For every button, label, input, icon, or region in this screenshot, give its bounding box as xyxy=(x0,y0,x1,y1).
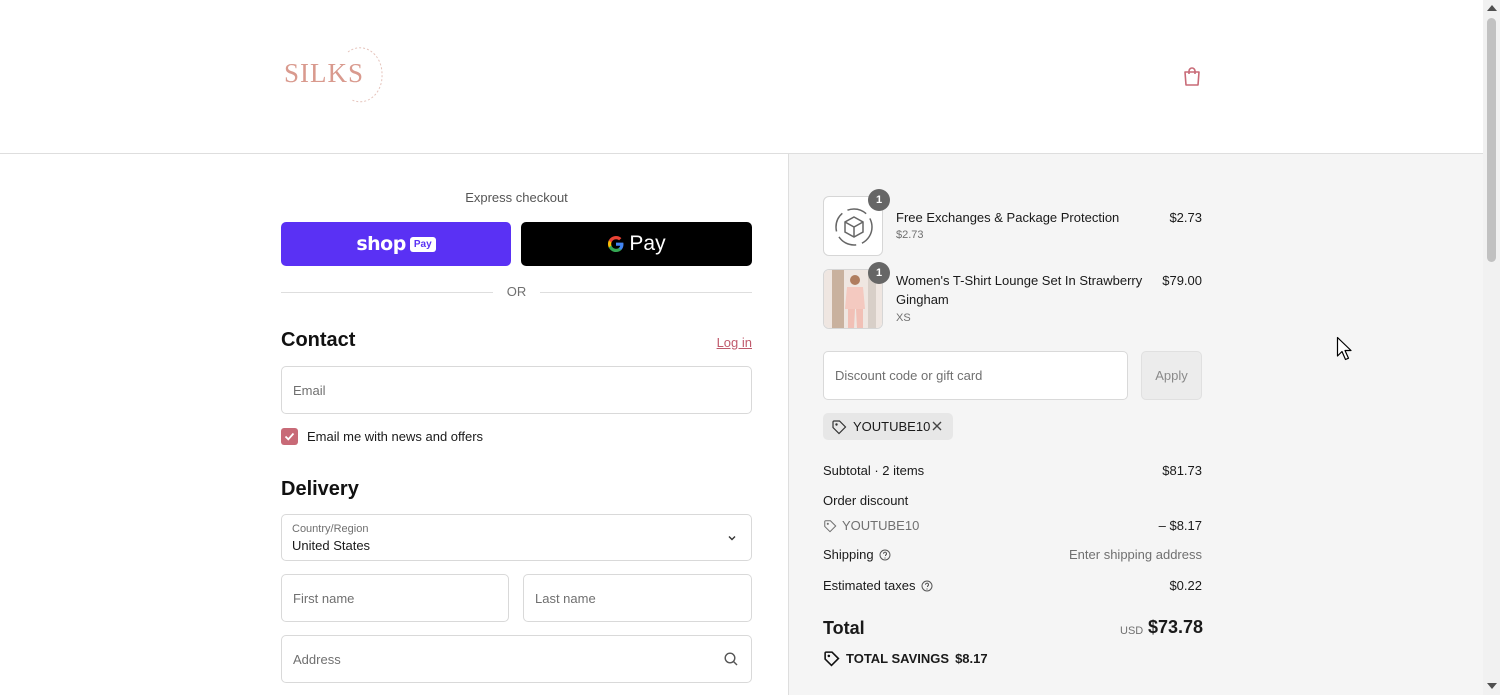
email-field[interactable] xyxy=(281,366,752,414)
country-value: United States xyxy=(292,538,371,553)
shipping-value: Enter shipping address xyxy=(1069,547,1202,562)
quantity-badge: 1 xyxy=(868,262,890,284)
scrollbar-thumb[interactable] xyxy=(1487,18,1496,262)
shop-pay-wordmark: shop xyxy=(356,233,406,255)
help-icon[interactable] xyxy=(879,549,891,561)
shopping-bag-icon[interactable] xyxy=(1180,64,1204,88)
logo-ring-icon xyxy=(347,47,383,103)
first-name-input[interactable] xyxy=(282,575,508,621)
discount-code-row: YOUTUBE10 xyxy=(823,518,919,533)
country-caption: Country/Region xyxy=(292,523,369,535)
shipping-row: Shipping xyxy=(823,547,891,562)
login-link[interactable]: Log in xyxy=(700,335,752,350)
item-price: $79.00 xyxy=(1162,273,1202,288)
search-icon xyxy=(724,652,738,666)
newsletter-checkbox[interactable] xyxy=(281,428,298,445)
last-name-field[interactable] xyxy=(523,574,752,622)
country-select[interactable]: Country/Region United States xyxy=(281,514,752,561)
total-value: $73.78 xyxy=(1148,617,1204,637)
discount-code-input[interactable] xyxy=(824,352,1127,399)
taxes-value: $0.22 xyxy=(1169,578,1202,593)
mouse-cursor-icon xyxy=(1336,336,1352,361)
google-pay-label: Pay xyxy=(629,232,666,255)
taxes-label: Estimated taxes xyxy=(823,578,916,593)
address-input[interactable] xyxy=(282,636,751,682)
site-header: SILKS xyxy=(0,0,1483,154)
help-icon[interactable] xyxy=(921,580,933,592)
remove-code-icon[interactable] xyxy=(930,419,944,433)
applied-code-chip: YOUTUBE10 xyxy=(823,413,953,440)
checkmark-icon xyxy=(284,432,295,441)
or-label: OR xyxy=(506,284,527,299)
savings-tag-icon xyxy=(824,651,840,667)
shop-pay-badge: Pay xyxy=(409,236,436,252)
tag-icon xyxy=(832,419,847,434)
delivery-heading: Delivery xyxy=(281,478,359,500)
total-savings: TOTAL SAVINGS $8.17 xyxy=(823,650,988,667)
subtotal-value: $81.73 xyxy=(1162,463,1202,478)
apply-discount-button[interactable]: Apply xyxy=(1141,351,1202,400)
brand-logo[interactable]: SILKS xyxy=(282,42,392,106)
newsletter-label: Email me with news and offers xyxy=(307,429,484,444)
subtotal-label: Subtotal · 2 items xyxy=(823,463,925,478)
applied-code-label: YOUTUBE10 xyxy=(853,419,931,434)
email-input[interactable] xyxy=(282,367,751,413)
chevron-down-icon xyxy=(728,536,736,541)
tag-icon xyxy=(824,519,837,532)
order-discount-label: Order discount xyxy=(823,493,909,508)
item-variant: XS xyxy=(896,312,911,324)
scroll-down-arrow-icon[interactable] xyxy=(1487,683,1497,689)
google-g-icon xyxy=(608,236,624,252)
google-pay-button[interactable]: Pay xyxy=(521,222,752,266)
shop-pay-button[interactable]: shop Pay xyxy=(281,222,511,266)
quantity-badge: 1 xyxy=(868,189,890,211)
total-currency: USD xyxy=(1120,625,1144,637)
taxes-row: Estimated taxes xyxy=(823,578,933,593)
last-name-input[interactable] xyxy=(524,575,751,621)
total-label: Total xyxy=(823,618,865,638)
express-checkout-label: Express checkout xyxy=(465,190,568,205)
item-name: Free Exchanges & Package Protection xyxy=(896,210,1120,225)
savings-label: TOTAL SAVINGS xyxy=(846,651,950,666)
discount-value: – $8.17 xyxy=(1158,518,1202,533)
item-price: $2.73 xyxy=(1169,210,1202,225)
first-name-field[interactable] xyxy=(281,574,509,622)
item-name: Women's T-Shirt Lounge Set In Strawberry… xyxy=(896,273,1143,307)
shipping-label: Shipping xyxy=(823,547,874,562)
discount-code-label: YOUTUBE10 xyxy=(842,518,920,533)
savings-value: $8.17 xyxy=(955,651,988,666)
page-scrollbar[interactable] xyxy=(1483,0,1500,695)
or-divider: OR xyxy=(281,284,752,300)
contact-heading: Contact xyxy=(281,329,356,351)
scroll-up-arrow-icon[interactable] xyxy=(1487,5,1497,11)
discount-code-field[interactable] xyxy=(823,351,1128,400)
address-field[interactable] xyxy=(281,635,752,683)
item-subtext: $2.73 xyxy=(896,229,924,241)
